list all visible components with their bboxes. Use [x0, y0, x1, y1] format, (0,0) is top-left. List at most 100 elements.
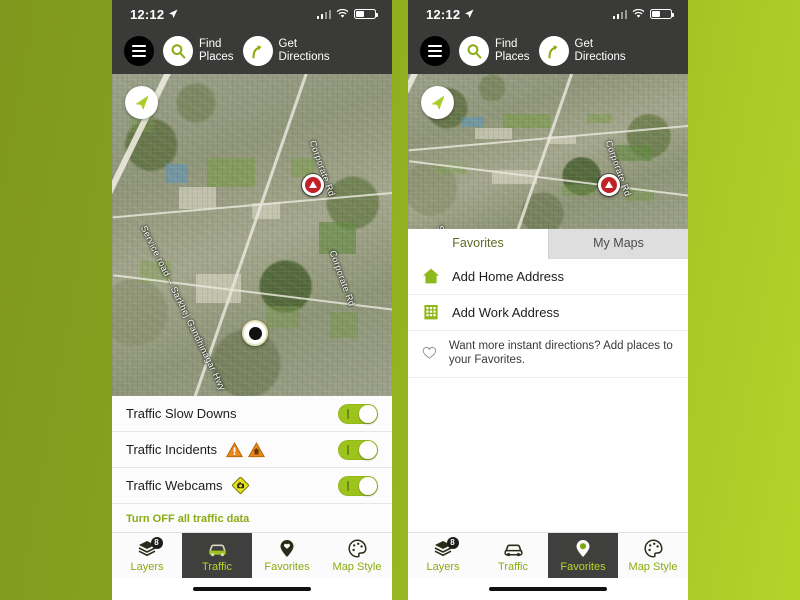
turn-right-arrow-icon [538, 36, 569, 66]
find-places-line2: Places [495, 51, 530, 63]
find-places-line2: Places [199, 51, 234, 63]
hamburger-menu-icon[interactable] [420, 36, 450, 66]
heart-outline-icon [422, 346, 437, 359]
get-directions-button[interactable]: Get Directions [242, 36, 330, 66]
home-indicator-area-right [408, 578, 688, 600]
get-directions-label: Get Directions [279, 38, 330, 64]
tab-traffic[interactable]: Traffic [182, 533, 252, 578]
status-bar-left: 12:12 [112, 0, 392, 28]
status-bar-right: 12:12 [408, 0, 688, 28]
setting-row-webcams[interactable]: Traffic Webcams [112, 468, 392, 504]
setting-row-slow-downs[interactable]: Traffic Slow Downs [112, 396, 392, 432]
incident-icon-group [226, 441, 266, 458]
traffic-settings-panel: Traffic Slow Downs Traffic Incidents Tra… [112, 396, 392, 532]
tab-map-style[interactable]: Map Style [322, 533, 392, 578]
favorites-panel-filler [408, 377, 688, 532]
app-header-left: Find Places Get Directions [112, 28, 392, 74]
favorites-hint-text: Want more instant directions? Add places… [448, 339, 673, 366]
add-work-address-label: Add Work Address [452, 304, 560, 320]
layers-icon: 8 [138, 536, 163, 559]
toggle-traffic-slow-downs[interactable] [338, 403, 378, 424]
toggle-traffic-webcams[interactable] [338, 475, 378, 496]
phone-left: 12:12 Find Places Get Directions Service… [112, 0, 392, 600]
tab-label: Map Style [332, 560, 382, 573]
add-home-address-label: Add Home Address [452, 268, 565, 284]
favorites-panel: Add Home Address Add Work Address Want m… [408, 258, 688, 378]
home-indicator-area-left [112, 578, 392, 600]
map-pin-heart-icon [279, 539, 295, 559]
tab-favorites-panel[interactable]: Favorites [408, 228, 548, 259]
toggle-traffic-incidents[interactable] [338, 439, 378, 460]
search-magnifier-icon [163, 36, 193, 66]
tab-label: Traffic [498, 560, 528, 573]
tab-label: Favorites [264, 560, 310, 573]
navigation-arrow-icon [135, 95, 149, 110]
find-places-button[interactable]: Find Places [163, 36, 234, 66]
find-places-label: Find Places [199, 38, 234, 64]
map-pin-heart-icon [575, 539, 591, 559]
location-marker[interactable] [242, 320, 268, 346]
battery-icon [354, 9, 378, 19]
home-indicator[interactable] [193, 587, 311, 591]
locate-me-button[interactable] [125, 86, 158, 119]
add-home-address-row[interactable]: Add Home Address [408, 258, 688, 295]
wifi-icon [632, 9, 645, 18]
webcam-icon-group [231, 477, 249, 494]
setting-row-incidents[interactable]: Traffic Incidents [112, 432, 392, 468]
tab-map-style[interactable]: Map Style [618, 533, 688, 578]
tab-traffic[interactable]: Traffic [478, 533, 548, 578]
bottom-tab-bar-left: 8 Layers Traffic Favorites Map Style [112, 532, 392, 578]
favorites-hint-row: Want more instant directions? Add places… [408, 330, 688, 378]
layers-icon: 8 [434, 536, 459, 559]
phone-screenshot-pair: 12:12 Find Places Get Directions Service… [0, 0, 800, 600]
search-magnifier-icon [459, 36, 489, 66]
office-building-icon [424, 305, 438, 320]
tab-label: Map Style [628, 560, 678, 573]
status-indicators [316, 9, 378, 19]
map-view-left[interactable]: Service road -- Sarkhej Gandhinagar Hwy … [112, 74, 392, 396]
favorites-tab-strip: Favorites My Maps [408, 228, 688, 259]
app-header-right: Find Places Get Directions [408, 28, 688, 74]
navigation-arrow-icon [431, 95, 445, 110]
setting-label: Traffic Incidents [126, 442, 218, 457]
tab-my-maps-panel[interactable]: My Maps [548, 228, 688, 259]
hamburger-menu-icon[interactable] [124, 36, 154, 66]
incident-marker[interactable] [598, 174, 620, 196]
roadwork-triangle-icon [248, 441, 266, 457]
home-icon [423, 268, 439, 284]
status-indicators [612, 9, 674, 19]
turn-off-all-traffic-link[interactable]: Turn OFF all traffic data [112, 504, 392, 532]
webcam-diamond-icon [231, 477, 249, 494]
find-places-line1: Find [199, 38, 222, 50]
tab-layers[interactable]: 8 Layers [408, 533, 478, 578]
tab-favorites[interactable]: Favorites [252, 533, 322, 578]
add-work-address-row[interactable]: Add Work Address [408, 294, 688, 331]
setting-label: Traffic Webcams [126, 478, 223, 493]
tab-label: Favorites [560, 560, 606, 573]
wifi-icon [336, 9, 349, 18]
layers-badge: 8 [446, 536, 459, 549]
get-directions-line2: Directions [278, 51, 330, 63]
layers-badge: 8 [150, 536, 163, 549]
tab-label: Layers [426, 560, 460, 573]
get-directions-line1: Get [574, 38, 594, 50]
get-directions-line2: Directions [574, 51, 626, 63]
incident-marker[interactable] [302, 174, 324, 196]
home-indicator[interactable] [489, 587, 607, 591]
setting-label: Traffic Slow Downs [126, 406, 237, 421]
find-places-label: Find Places [495, 38, 530, 64]
map-view-right[interactable]: Service road -- Sarkhej Gandhinagar Hwy … [408, 74, 688, 229]
cellular-signal-icon [612, 9, 627, 19]
status-time-group: 12:12 [426, 7, 474, 22]
status-time-group: 12:12 [130, 7, 178, 22]
tab-label: Layers [130, 560, 164, 573]
bottom-tab-bar-right: 8 Layers Traffic Favorites Map Style [408, 532, 688, 578]
get-directions-button[interactable]: Get Directions [538, 36, 626, 66]
find-places-button[interactable]: Find Places [459, 36, 530, 66]
tab-layers[interactable]: 8 Layers [112, 533, 182, 578]
cellular-signal-icon [316, 9, 331, 19]
locate-me-button[interactable] [421, 86, 454, 119]
car-icon [503, 539, 524, 559]
palette-icon [644, 539, 663, 559]
tab-favorites[interactable]: Favorites [548, 533, 618, 578]
